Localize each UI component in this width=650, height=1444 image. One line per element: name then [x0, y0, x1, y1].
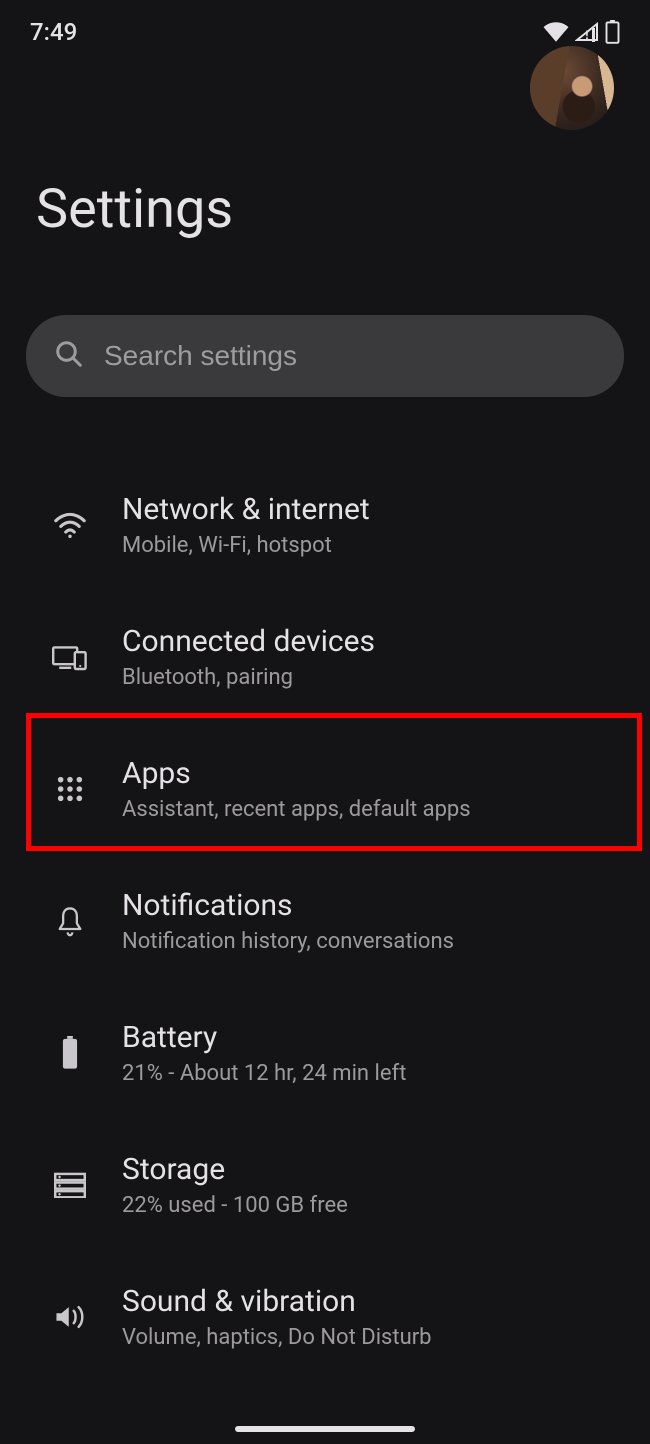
- sound-icon: [48, 1303, 92, 1331]
- battery-icon: [48, 1036, 92, 1070]
- status-time: 7:49: [30, 18, 77, 46]
- home-indicator[interactable]: [235, 1426, 415, 1432]
- setting-subtitle: 21% - About 12 hr, 24 min left: [122, 1061, 406, 1086]
- setting-subtitle: 22% used - 100 GB free: [122, 1193, 348, 1218]
- setting-subtitle: Volume, haptics, Do Not Disturb: [122, 1325, 432, 1350]
- setting-title: Apps: [122, 756, 471, 791]
- setting-title: Storage: [122, 1152, 348, 1187]
- battery-status-icon: [605, 20, 620, 44]
- bell-icon: [48, 905, 92, 937]
- setting-subtitle: Assistant, recent apps, default apps: [122, 797, 471, 822]
- search-icon: [54, 339, 84, 373]
- setting-title: Connected devices: [122, 624, 375, 659]
- setting-item-sound[interactable]: Sound & vibration Volume, haptics, Do No…: [0, 1251, 650, 1383]
- page-title: Settings: [36, 178, 614, 241]
- search-input[interactable]: [104, 340, 596, 372]
- setting-item-storage[interactable]: Storage 22% used - 100 GB free: [0, 1119, 650, 1251]
- storage-icon: [48, 1172, 92, 1198]
- wifi-icon: [48, 512, 92, 538]
- setting-title: Sound & vibration: [122, 1284, 432, 1319]
- status-bar: 7:49 !: [0, 0, 650, 46]
- setting-title: Notifications: [122, 888, 454, 923]
- status-icons: !: [543, 20, 620, 44]
- setting-item-network[interactable]: Network & internet Mobile, Wi-Fi, hotspo…: [0, 459, 650, 591]
- svg-text:!: !: [585, 28, 589, 42]
- setting-item-connected-devices[interactable]: Connected devices Bluetooth, pairing: [0, 591, 650, 723]
- signal-status-icon: !: [575, 22, 599, 42]
- settings-list: Network & internet Mobile, Wi-Fi, hotspo…: [0, 459, 650, 1383]
- setting-title: Battery: [122, 1020, 406, 1055]
- setting-subtitle: Notification history, conversations: [122, 929, 454, 954]
- setting-item-notifications[interactable]: Notifications Notification history, conv…: [0, 855, 650, 987]
- search-bar[interactable]: [26, 315, 624, 397]
- wifi-status-icon: [543, 22, 569, 42]
- devices-icon: [48, 643, 92, 671]
- setting-title: Network & internet: [122, 492, 370, 527]
- setting-item-apps[interactable]: Apps Assistant, recent apps, default app…: [0, 723, 650, 855]
- setting-subtitle: Mobile, Wi-Fi, hotspot: [122, 533, 370, 558]
- profile-avatar[interactable]: [530, 46, 614, 130]
- apps-icon: [48, 775, 92, 803]
- setting-item-battery[interactable]: Battery 21% - About 12 hr, 24 min left: [0, 987, 650, 1119]
- setting-subtitle: Bluetooth, pairing: [122, 665, 375, 690]
